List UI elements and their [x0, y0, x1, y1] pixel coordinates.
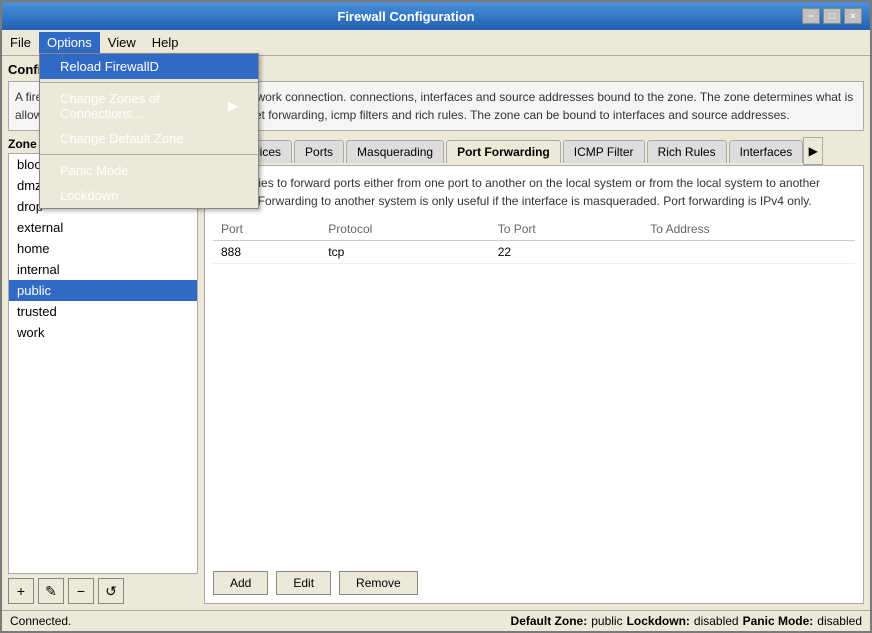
cell-protocol: tcp — [320, 241, 489, 264]
action-buttons: Add Edit Remove — [213, 571, 855, 595]
default-zone-value: public — [591, 614, 622, 628]
maximize-button[interactable]: □ — [823, 8, 841, 24]
menu-options[interactable]: Options Reload FirewallD Change Zones of… — [39, 32, 100, 53]
menu-lockdown[interactable]: Lockdown — [40, 183, 258, 208]
separator-2 — [40, 154, 258, 155]
panic-label: Panic Mode: — [743, 614, 814, 628]
window-title: Firewall Configuration — [10, 9, 802, 24]
tab-content: Add entries to forward ports either from… — [204, 165, 864, 604]
zone-remove-button[interactable]: − — [68, 578, 94, 604]
lockdown-value: disabled — [694, 614, 739, 628]
minimize-button[interactable]: − — [802, 8, 820, 24]
tabs: Services Ports Masquerading Port Forward… — [224, 140, 803, 163]
port-table-body: 888 tcp 22 — [213, 241, 855, 264]
menu-change-zones[interactable]: Change Zones of Connections... ▶ — [40, 86, 258, 126]
table-row[interactable]: 888 tcp 22 — [213, 241, 855, 264]
port-table: Port Protocol To Port To Address 888 tcp… — [213, 218, 855, 264]
title-bar: Firewall Configuration − □ × — [2, 2, 870, 30]
tab-masquerading[interactable]: Masquerading — [346, 140, 444, 163]
menu-change-default-zone[interactable]: Change Default Zone — [40, 126, 258, 151]
menu-help[interactable]: Help — [144, 32, 187, 53]
zone-item-trusted[interactable]: trusted — [9, 301, 197, 322]
zone-list: block dmz drop external home internal pu… — [8, 153, 198, 574]
status-bar: Connected. Default Zone: public Lockdown… — [2, 610, 870, 631]
cell-to-address — [642, 241, 855, 264]
zone-add-button[interactable]: + — [8, 578, 34, 604]
tab-rich-rules[interactable]: Rich Rules — [647, 140, 727, 163]
zone-item-external[interactable]: external — [9, 217, 197, 238]
add-button[interactable]: Add — [213, 571, 268, 595]
zone-actions: + ✎ − ↺ — [8, 578, 198, 604]
zone-edit-button[interactable]: ✎ — [38, 578, 64, 604]
panic-value: disabled — [817, 614, 862, 628]
tabs-container: ◀ Services Ports Masquerading Port Forwa… — [204, 137, 864, 165]
port-table-header: Port Protocol To Port To Address — [213, 218, 855, 241]
menu-view[interactable]: View — [100, 32, 144, 53]
port-forwarding-description: Add entries to forward ports either from… — [213, 174, 855, 210]
menu-reload-firewalld[interactable]: Reload FirewallD — [40, 54, 258, 79]
lockdown-label: Lockdown: — [627, 614, 690, 628]
options-dropdown: Reload FirewallD Change Zones of Connect… — [39, 53, 259, 209]
tab-scroll-right[interactable]: ▶ — [803, 137, 823, 165]
zone-item-internal[interactable]: internal — [9, 259, 197, 280]
col-to-port: To Port — [490, 218, 642, 241]
tab-port-forwarding[interactable]: Port Forwarding — [446, 140, 561, 163]
tab-panel: ◀ Services Ports Masquerading Port Forwa… — [204, 137, 864, 604]
edit-button[interactable]: Edit — [276, 571, 331, 595]
menu-bar: File Options Reload FirewallD Change Zon… — [2, 30, 870, 56]
zone-item-public[interactable]: public — [9, 280, 197, 301]
tab-interfaces[interactable]: Interfaces — [729, 140, 804, 163]
col-port: Port — [213, 218, 320, 241]
menu-panic-mode[interactable]: Panic Mode — [40, 158, 258, 183]
tab-ports[interactable]: Ports — [294, 140, 344, 163]
cell-port: 888 — [213, 241, 320, 264]
zone-reload-button[interactable]: ↺ — [98, 578, 124, 604]
default-zone-label: Default Zone: — [511, 614, 588, 628]
separator-1 — [40, 82, 258, 83]
main-window: Firewall Configuration − □ × File Option… — [0, 0, 872, 633]
cell-to-port: 22 — [490, 241, 642, 264]
close-button[interactable]: × — [844, 8, 862, 24]
tab-icmp-filter[interactable]: ICMP Filter — [563, 140, 645, 163]
remove-button[interactable]: Remove — [339, 571, 418, 595]
zone-item-home[interactable]: home — [9, 238, 197, 259]
connected-status: Connected. — [10, 614, 71, 628]
window-controls: − □ × — [802, 8, 862, 24]
zone-item-work[interactable]: work — [9, 322, 197, 343]
col-protocol: Protocol — [320, 218, 489, 241]
menu-file[interactable]: File — [2, 32, 39, 53]
col-to-address: To Address — [642, 218, 855, 241]
